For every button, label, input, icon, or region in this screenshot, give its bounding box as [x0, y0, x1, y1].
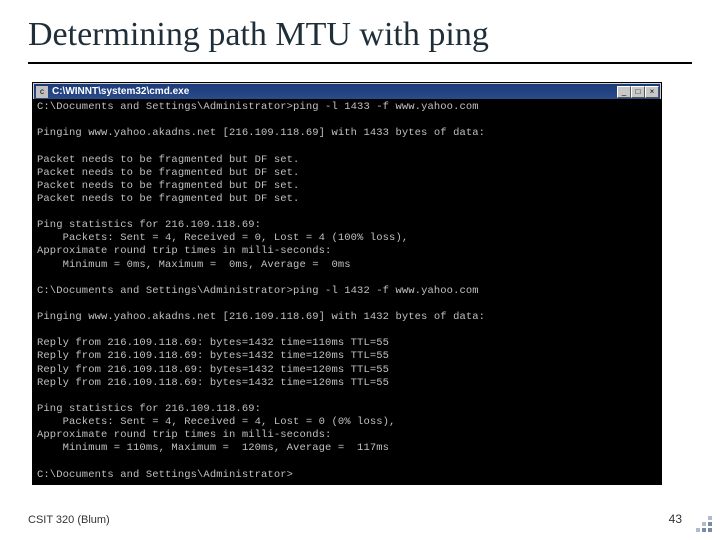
- cmd-reply-1: Reply from 216.109.118.69: bytes=1432 ti…: [37, 337, 389, 349]
- cmd-stats-hdr-2: Ping statistics for 216.109.118.69:: [37, 403, 261, 415]
- cmd-pinging-2: Pinging www.yahoo.akadns.net [216.109.11…: [37, 311, 485, 323]
- footer-left: CSIT 320 (Blum): [28, 514, 110, 526]
- cmd-output: C:\Documents and Settings\Administrator>…: [33, 99, 661, 484]
- cmd-reply-2: Reply from 216.109.118.69: bytes=1432 ti…: [37, 350, 389, 362]
- cmd-frag-2: Packet needs to be fragmented but DF set…: [37, 167, 299, 179]
- cmd-frag-1: Packet needs to be fragmented but DF set…: [37, 154, 299, 166]
- slide-title: Determining path MTU with ping: [28, 10, 692, 62]
- window-buttons: _ □ ×: [617, 86, 659, 98]
- page-number: 43: [669, 512, 682, 526]
- cmd-command-2: ping -l 1432 -f www.yahoo.com: [293, 285, 479, 297]
- slide: Determining path MTU with ping c C:\WINN…: [0, 0, 720, 540]
- title-underline: [28, 62, 692, 64]
- cmd-prompt: C:\Documents and Settings\Administrator>: [37, 285, 293, 297]
- cmd-prompt: C:\Documents and Settings\Administrator>: [37, 469, 293, 481]
- corner-decoration-icon: [690, 510, 712, 532]
- cmd-stats-hdr-1: Ping statistics for 216.109.118.69:: [37, 219, 261, 231]
- cmd-frag-4: Packet needs to be fragmented but DF set…: [37, 193, 299, 205]
- cmd-reply-4: Reply from 216.109.118.69: bytes=1432 ti…: [37, 377, 389, 389]
- cmd-stats-rtt-hdr-2: Approximate round trip times in milli-se…: [37, 429, 331, 441]
- cmd-stats-rtt-hdr-1: Approximate round trip times in milli-se…: [37, 245, 331, 257]
- cmd-window-title: C:\WINNT\system32\cmd.exe: [52, 86, 617, 97]
- cmd-window: c C:\WINNT\system32\cmd.exe _ □ × C:\Doc…: [32, 82, 662, 485]
- cmd-frag-3: Packet needs to be fragmented but DF set…: [37, 180, 299, 192]
- cmd-stats-pkts-2: Packets: Sent = 4, Received = 4, Lost = …: [37, 416, 395, 428]
- cmd-command-1: ping -l 1433 -f www.yahoo.com: [293, 101, 479, 113]
- cmd-stats-rtt-2: Minimum = 110ms, Maximum = 120ms, Averag…: [37, 442, 389, 454]
- cmd-stats-pkts-1: Packets: Sent = 4, Received = 0, Lost = …: [37, 232, 408, 244]
- minimize-button[interactable]: _: [617, 86, 631, 98]
- close-button[interactable]: ×: [645, 86, 659, 98]
- cmd-titlebar: c C:\WINNT\system32\cmd.exe _ □ ×: [33, 83, 661, 99]
- cmd-app-icon: c: [36, 86, 48, 98]
- cmd-pinging-1: Pinging www.yahoo.akadns.net [216.109.11…: [37, 127, 485, 139]
- cmd-prompt: C:\Documents and Settings\Administrator>: [37, 101, 293, 113]
- cmd-reply-3: Reply from 216.109.118.69: bytes=1432 ti…: [37, 364, 389, 376]
- maximize-button[interactable]: □: [631, 86, 645, 98]
- cmd-stats-rtt-1: Minimum = 0ms, Maximum = 0ms, Average = …: [37, 259, 351, 271]
